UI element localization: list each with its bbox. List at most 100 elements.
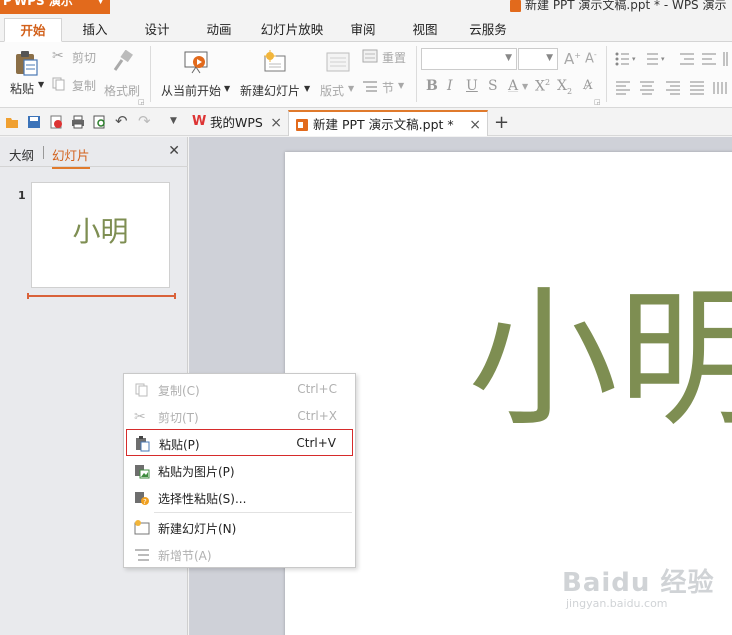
presentation-file-icon (296, 119, 308, 131)
section-button[interactable]: 节 ▼ (362, 78, 412, 96)
tab-cloud[interactable]: 云服务 (462, 18, 514, 42)
format-painter-label: 格式刷 (104, 84, 141, 98)
layout-label: 版式 (320, 84, 345, 98)
close-icon[interactable]: ✕ (168, 143, 180, 159)
tab-document[interactable]: 新建 PPT 演示文稿.ppt * × (288, 110, 488, 136)
tab-slides[interactable]: 幻灯片 (52, 145, 90, 169)
menu-item-label: 复制(C) (158, 384, 200, 398)
tab-home[interactable]: 开始 (4, 18, 62, 42)
paste-icon (16, 51, 38, 76)
shadow-button[interactable]: S (488, 78, 498, 94)
from-current-button[interactable]: 从当前开始 ▼ (158, 46, 234, 100)
decrease-font-size-button[interactable]: A- (585, 50, 597, 66)
document-icon (510, 0, 521, 12)
chevron-down-icon: ▼ (224, 84, 231, 93)
underline-button[interactable]: U (466, 78, 478, 94)
paste-as-picture-icon (135, 465, 150, 479)
paste-button[interactable]: 粘贴 ▼ (6, 46, 46, 100)
chevron-down-icon: ▼ (38, 80, 45, 89)
slide-text-box[interactable]: 小明 (468, 285, 732, 435)
reset-button[interactable]: 重置 (362, 48, 412, 66)
font-family-select[interactable]: ▼ (421, 48, 517, 70)
slide-thumbnail[interactable]: 小明 (31, 182, 170, 288)
undo-icon[interactable]: ↶ (115, 112, 128, 130)
menu-item-cut[interactable]: ✂ 剪切(T) Ctrl+X (126, 403, 353, 430)
print-preview-icon[interactable] (93, 115, 107, 129)
increase-font-size-button[interactable]: A+ (564, 50, 581, 68)
tab-review[interactable]: 审阅 (340, 18, 386, 42)
customize-toolbar-chevron-icon[interactable]: ▼ (170, 116, 177, 126)
scissors-icon: ✂ (52, 48, 64, 64)
bold-button[interactable]: B (426, 78, 438, 94)
tab-view[interactable]: 视图 (402, 18, 448, 42)
svg-text:?: ? (143, 498, 147, 506)
print-icon[interactable] (71, 115, 85, 129)
new-tab-plus-icon[interactable]: + (494, 112, 509, 133)
dialog-launcher-icon[interactable]: ◲ (594, 98, 601, 106)
clear-format-button[interactable]: A̷ (583, 78, 592, 93)
tab-design[interactable]: 设计 (132, 18, 182, 42)
tab-outline[interactable]: 大纲 (9, 145, 34, 164)
tab-slideshow[interactable]: 幻灯片放映 (256, 18, 328, 42)
format-painter-button[interactable]: 格式刷 (104, 46, 144, 100)
menu-item-shortcut: Ctrl+V (296, 436, 336, 450)
tab-my-wps[interactable]: W 我的WPS × (186, 110, 288, 136)
font-color-button[interactable]: A (508, 78, 518, 94)
redo-icon[interactable]: ↷ (138, 112, 151, 130)
cut-button[interactable]: ✂ 剪切 (52, 48, 100, 66)
window-title-text: 新建 PPT 演示文稿.ppt * - WPS 演示 (525, 0, 727, 12)
title-bar: P WPS 演示 ▼ 新建 PPT 演示文稿.ppt * - WPS 演示 (0, 0, 732, 14)
superscript-button[interactable]: X2 (535, 78, 550, 95)
menu-item-new-section[interactable]: 新增节(A) (126, 541, 353, 568)
section-icon (363, 81, 377, 92)
watermark: Baidu 经验 jingyan.baidu.com (562, 562, 714, 610)
wps-app-menu-button[interactable]: P WPS 演示 ▼ (0, 0, 110, 14)
wps-logo-icon: W (192, 114, 207, 129)
divider (606, 46, 607, 102)
tab-insert[interactable]: 插入 (70, 18, 120, 42)
scissors-icon: ✂ (134, 409, 146, 425)
tab-animation[interactable]: 动画 (194, 18, 244, 42)
layout-button[interactable]: 版式 ▼ (318, 46, 358, 100)
close-icon[interactable]: × (270, 110, 282, 136)
new-slide-icon (134, 520, 150, 535)
new-section-icon (135, 549, 149, 561)
export-pdf-icon[interactable] (49, 115, 63, 129)
tab-my-wps-label: 我的WPS (210, 115, 263, 130)
close-icon[interactable]: × (469, 112, 481, 138)
menu-item-paste[interactable]: 粘贴(P) Ctrl+V (126, 429, 353, 456)
reset-label: 重置 (382, 51, 407, 65)
menu-item-label: 新增节(A) (158, 549, 212, 563)
menu-item-label: 剪切(T) (158, 411, 199, 425)
menu-item-label: 粘贴(P) (159, 438, 200, 452)
chevron-down-icon: ▼ (97, 0, 104, 6)
menu-item-paste-special[interactable]: ? 选择性粘贴(S)... (126, 484, 353, 511)
paste-icon (136, 436, 150, 452)
open-folder-icon[interactable] (5, 115, 19, 129)
subscript-button[interactable]: X2 (557, 78, 572, 96)
divider (43, 146, 44, 159)
save-icon[interactable] (27, 115, 41, 129)
copy-button[interactable]: 复制 (52, 76, 100, 94)
paragraph-align-buttons[interactable] (614, 80, 732, 96)
font-size-select[interactable]: ▼ (518, 48, 558, 70)
menu-item-copy[interactable]: 复制(C) Ctrl+C (126, 376, 353, 403)
watermark-logo-text: Baidu 经验 (562, 568, 715, 598)
slide-thumbnail-text: 小明 (72, 215, 129, 248)
slideshow-play-icon (184, 51, 208, 74)
new-slide-button[interactable]: 新建幻灯片 ▼ (238, 46, 314, 100)
new-slide-icon (264, 50, 286, 72)
section-label: 节 (382, 81, 395, 95)
dialog-launcher-icon[interactable]: ◲ (138, 98, 145, 106)
layout-icon (326, 52, 350, 72)
menu-item-shortcut: Ctrl+X (297, 409, 337, 423)
menu-item-label: 新建幻灯片(N) (158, 522, 237, 536)
tab-document-label: 新建 PPT 演示文稿.ppt * (313, 117, 454, 132)
paste-special-icon: ? (135, 492, 149, 506)
format-painter-icon (113, 50, 133, 71)
menu-item-paste-as-picture[interactable]: 粘贴为图片(P) (126, 457, 353, 484)
italic-button[interactable]: I (447, 78, 453, 94)
chevron-down-icon: ▼ (398, 81, 405, 90)
menu-item-new-slide[interactable]: 新建幻灯片(N) (126, 514, 353, 541)
paragraph-list-buttons[interactable]: ▾ ▾ (614, 51, 732, 67)
